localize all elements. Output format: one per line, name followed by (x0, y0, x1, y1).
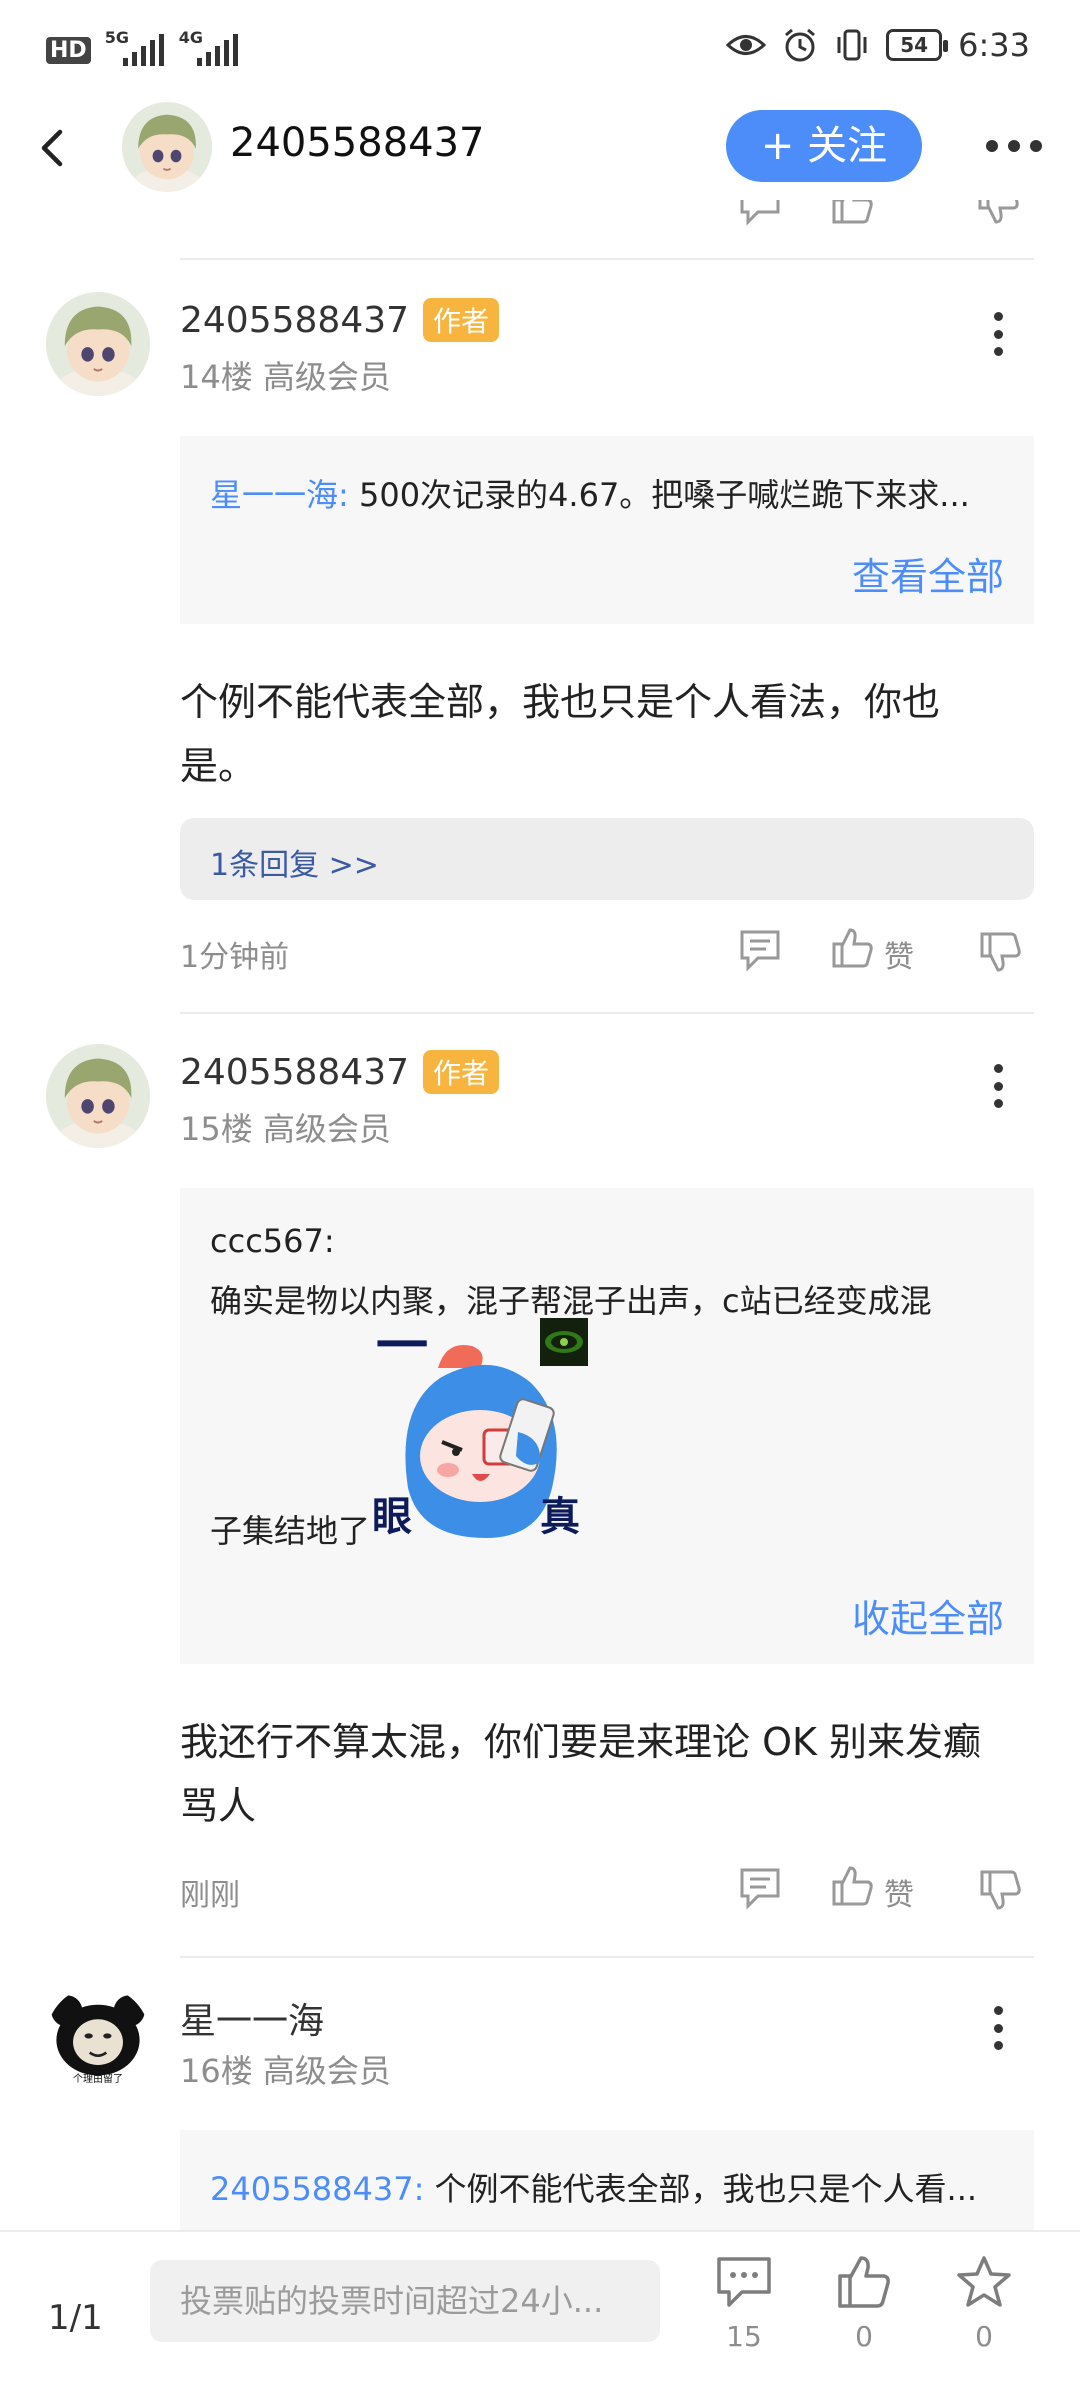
post-body-line: 我还行不算太混，你们要是来理论 OK 别来发癫 (180, 1720, 981, 1764)
sim1-signal-icon: 5G (105, 28, 165, 70)
quote-text-line: 确实是物以内聚，混子帮混子出声，c站已经变成混 (210, 1282, 932, 1320)
post-menu-button[interactable] (980, 1058, 1016, 1114)
avatar-caption: 个理由留了 (73, 2074, 123, 2085)
user-avatar[interactable] (122, 102, 212, 192)
quote-text: 500次记录的4.67。把嗓子喊烂跪下来求... (358, 476, 970, 514)
post-body-line: 个例不能代表全部，我也只是个人看法，你也 (180, 680, 941, 724)
quote-line: 2405588437: 个例不能代表全部，我也只是个人看... (210, 2164, 1010, 2210)
reply-input[interactable]: 投票贴的投票时间超过24小... (150, 2260, 660, 2342)
previous-post-actions (0, 200, 1080, 260)
status-right: 54 6:33 (726, 26, 1030, 64)
sticker-image: 一 眼 真 (372, 1317, 594, 1544)
follow-button[interactable]: + 关注 (726, 110, 922, 182)
comment-icon[interactable] (736, 200, 784, 228)
top-bar: 2405588437 + 关注 (0, 96, 1080, 200)
vibrate-icon (837, 29, 867, 61)
more-options-button[interactable] (978, 126, 1050, 166)
quote-username[interactable]: 星一一海: (210, 476, 349, 514)
author-avatar[interactable] (46, 292, 150, 396)
author-avatar[interactable]: 个理由留了 (46, 1986, 150, 2090)
quote-text-line: 子集结地了 (210, 1512, 371, 1550)
view-all-link[interactable]: 查看全部 (852, 546, 1004, 601)
post-body: 我还行不算太混，你们要是来理论 OK 别来发癫 骂人 (180, 1710, 1040, 1838)
comments-button[interactable]: 15 (704, 2254, 784, 2353)
post-body-line: 是。 (180, 744, 257, 788)
comment-icon[interactable] (736, 926, 784, 974)
bottom-bar: 1/1 投票贴的投票时间超过24小... 15 0 0 (0, 2230, 1080, 2400)
quote-username[interactable]: ccc567: (210, 1222, 335, 1260)
collapse-all-link[interactable]: 收起全部 (852, 1588, 1004, 1643)
eye-icon (726, 35, 767, 55)
sticker-caption-left: 眼 (372, 1494, 412, 1540)
author-line: 2405588437 作者 (180, 1050, 500, 1094)
thumbs-up-icon[interactable] (828, 924, 876, 972)
author-line: 星一一海 (180, 1992, 324, 2044)
floor-meta: 16楼 高级会员 (180, 2052, 391, 2090)
quoted-reply[interactable]: ccc567: 确实是物以内聚，混子帮混子出声，c站已经变成混 子集结地了 一 (180, 1188, 1034, 1664)
thumbs-up-icon[interactable] (828, 200, 876, 228)
quoted-reply[interactable]: 2405588437: 个例不能代表全部，我也只是个人看... (180, 2130, 1034, 2230)
post-body: 个例不能代表全部，我也只是个人看法，你也 是。 (180, 670, 1040, 798)
author-name[interactable]: 2405588437 (180, 1052, 409, 1093)
author-avatar[interactable] (46, 1044, 150, 1148)
sticker-caption-right: 真 (540, 1494, 580, 1540)
quote-text: 个例不能代表全部，我也只是个人看... (434, 2170, 978, 2208)
page-indicator[interactable]: 1/1 (48, 2298, 103, 2338)
author-badge: 作者 (423, 298, 500, 342)
back-button[interactable] (30, 124, 78, 172)
star-count: 0 (975, 2320, 993, 2353)
favorite-button[interactable]: 0 (944, 2254, 1024, 2353)
thumbs-up-icon[interactable] (828, 1862, 876, 1910)
post-time: 1分钟前 (180, 940, 290, 975)
author-name[interactable]: 2405588437 (180, 300, 409, 341)
post-floor-16: 个理由留了 星一一海 16楼 高级会员 2405588437: 个例不能代表全部… (0, 1986, 1080, 2230)
comment-count: 15 (726, 2320, 762, 2353)
sim2-signal-icon: 4G (179, 28, 239, 70)
thumbs-up-icon (838, 2256, 890, 2308)
author-badge: 作者 (423, 1050, 500, 1094)
floor-meta: 15楼 高级会员 (180, 1110, 391, 1148)
clock: 6:33 (958, 26, 1030, 64)
post-time: 刚刚 (180, 1878, 240, 1913)
quoted-reply[interactable]: 星一一海: 500次记录的4.67。把嗓子喊烂跪下来求... 查看全部 (180, 436, 1034, 624)
hd-badge: HD (46, 36, 91, 64)
thumbs-down-icon[interactable] (976, 1866, 1024, 1914)
like-label[interactable]: 赞 (884, 1870, 914, 1914)
author-line: 2405588437 作者 (180, 298, 500, 342)
comment-icon (717, 2257, 771, 2307)
post-divider (180, 1012, 1034, 1014)
sub-replies[interactable]: 1条回复 >> (180, 818, 1034, 900)
author-name[interactable]: 星一一海 (180, 1992, 324, 2044)
page-title: 2405588437 (230, 120, 485, 166)
status-left: HD 5G 4G (46, 28, 239, 70)
thumbs-down-icon[interactable] (976, 928, 1024, 976)
quote-username[interactable]: 2405588437: (210, 2170, 424, 2208)
battery-icon: 54 (886, 29, 949, 61)
thumbs-down-icon[interactable] (974, 200, 1022, 228)
post-divider (180, 258, 1034, 260)
floor-meta: 14楼 高级会员 (180, 358, 391, 396)
reply-feed[interactable]: 2405588437 作者 14楼 高级会员 星一一海: 500次记录的4.67… (0, 200, 1080, 2230)
like-count: 0 (855, 2320, 873, 2353)
post-floor-15: 2405588437 作者 15楼 高级会员 ccc567: 确实是物以内聚，混… (0, 1044, 1080, 2094)
sub-replies-link[interactable]: 1条回复 >> (210, 840, 379, 884)
quote-line: 星一一海: 500次记录的4.67。把嗓子喊烂跪下来求... (210, 470, 1010, 516)
post-divider (180, 1956, 1034, 1958)
like-button[interactable]: 0 (824, 2254, 904, 2353)
comment-icon[interactable] (736, 1864, 784, 1912)
post-body-line: 骂人 (180, 1784, 257, 1828)
star-icon (957, 2256, 1011, 2307)
post-menu-button[interactable] (980, 306, 1016, 362)
alarm-icon (785, 28, 816, 62)
like-label[interactable]: 赞 (884, 932, 914, 976)
post-menu-button[interactable] (980, 2000, 1016, 2056)
chevron-left-icon (41, 129, 63, 167)
status-bar: HD 5G 4G 54 6:33 (0, 0, 1080, 96)
